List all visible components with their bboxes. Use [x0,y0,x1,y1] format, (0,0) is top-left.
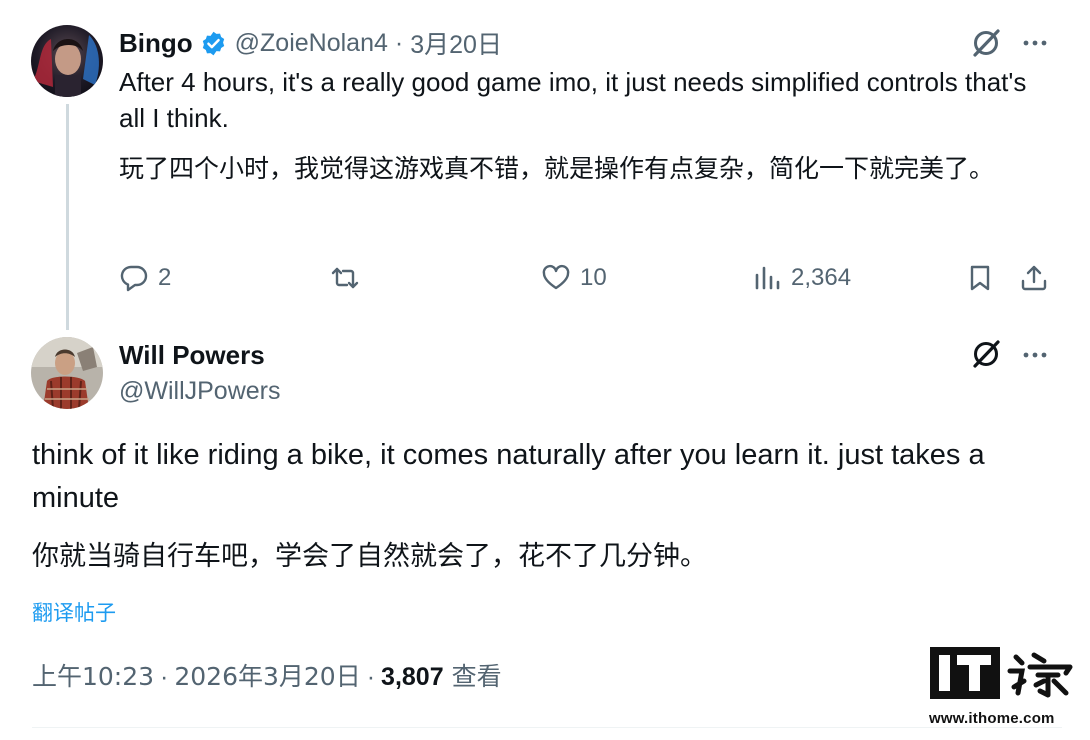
reply2-author-name[interactable]: Will Powers [119,338,265,372]
post-view-label: 查看 [451,662,502,691]
views-bars-icon [755,266,780,290]
post-meta: 上午10:23 · 2026年3月20日 · 3,807 查看 [32,658,502,696]
avatar-bingo-image [31,25,103,97]
more-dots-icon[interactable] [1020,28,1050,58]
thread-connector-line [66,104,69,330]
more-dots-icon[interactable] [1020,340,1050,370]
meta-separator: · [366,663,376,691]
verified-badge-icon [202,31,224,55]
translate-post-link[interactable]: 翻译帖子 [32,596,116,630]
retweet-button[interactable] [330,258,369,298]
avatar-will-powers[interactable] [31,337,103,409]
meta-separator: · [160,663,169,691]
reply2-text-english: think of it like riding a bike, it comes… [32,439,985,514]
avatar-bingo[interactable] [31,25,103,97]
reply-count: 2 [158,264,172,291]
share-upload-icon [1021,265,1047,291]
reply1-author-name[interactable]: Bingo [119,28,193,59]
views-button[interactable]: 2,364 [752,258,851,298]
reply1-date[interactable]: 3月20日 [410,25,502,61]
like-count: 10 [580,264,607,291]
post-full-date[interactable]: 2026年3月20日 [174,658,360,696]
ithome-watermark-url: www.ithome.com [929,710,1055,727]
post-time[interactable]: 上午10:23 [32,658,154,696]
reply-bubble-icon [120,265,148,292]
retweet-icon [331,267,359,289]
reply1-text-chinese: 玩了四个小时，我觉得这游戏真不错，就是操作有点复杂，简化一下就完美了。 [119,154,995,183]
reply1-text-english: After 4 hours, it's a really good game i… [119,67,1027,133]
avatar-will-powers-image [31,337,103,409]
post-view-count: 3,807 [381,663,444,691]
reply1-header: Bingo @ZoieNolan4 · 3月20日 [119,26,502,60]
heart-icon [542,264,570,290]
views-count: 2,364 [791,264,852,291]
share-button[interactable] [1019,258,1049,298]
bookmark-button[interactable] [965,258,995,298]
grok-icon[interactable] [969,337,1003,371]
reply1-separator: · [394,28,404,57]
divider [32,727,1062,728]
reply2-text-chinese: 你就当骑自行车吧，学会了自然就会了，花不了几分钟。 [32,541,707,572]
like-button[interactable]: 10 [541,258,607,298]
reply2-handle[interactable]: @WillJPowers [119,374,281,408]
bookmark-icon [970,265,990,291]
grok-icon[interactable] [969,26,1003,60]
reply1-handle[interactable]: @ZoieNolan4 [235,29,388,58]
reply-button[interactable]: 2 [119,258,171,298]
